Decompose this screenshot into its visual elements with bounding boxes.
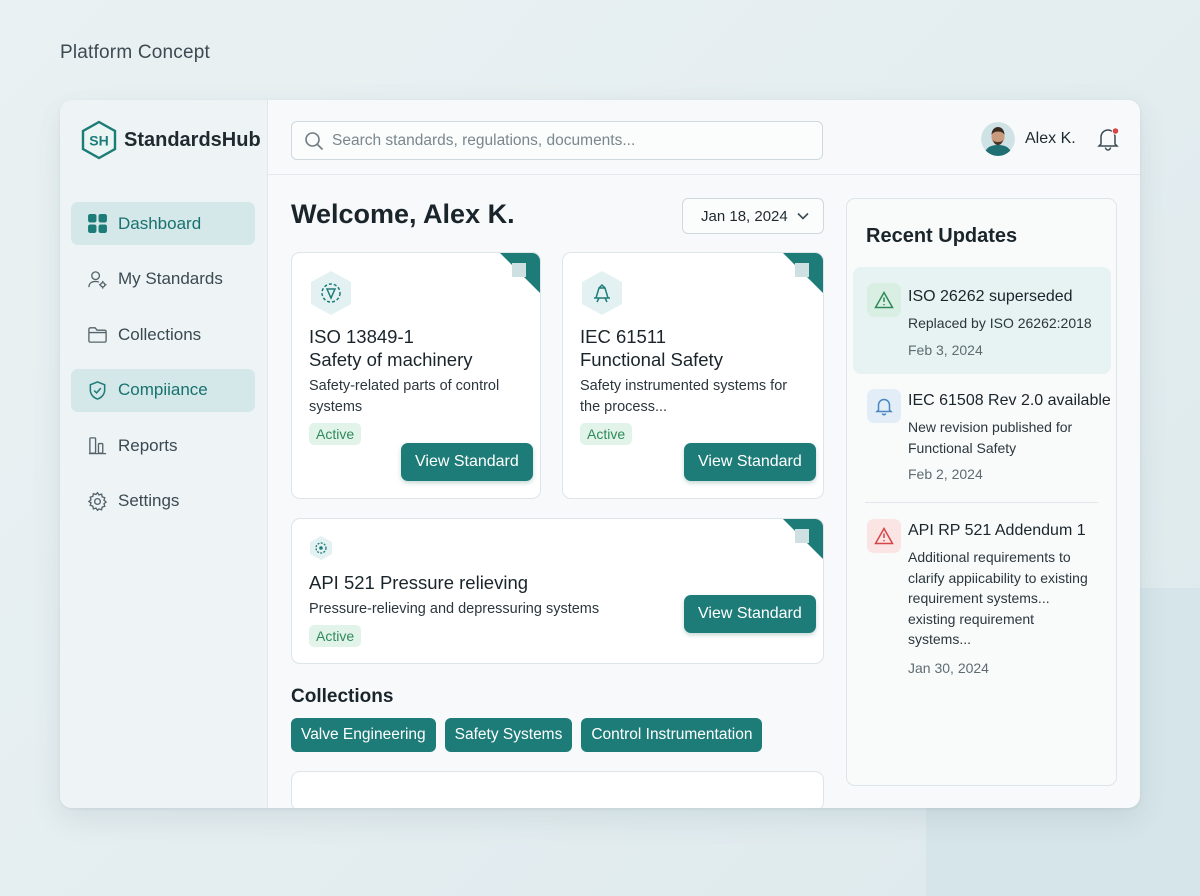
update-item[interactable]: IEC 61508 Rev 2.0 available New revision… xyxy=(853,389,1111,482)
card-code: IEC 61511 xyxy=(580,326,667,347)
view-standard-button[interactable]: View Standard xyxy=(401,443,533,481)
grid-icon xyxy=(88,214,107,233)
sidebar-item-label: Settings xyxy=(118,491,180,510)
bar-chart-icon xyxy=(88,437,107,455)
standard-card: ISO 13849-1 Safety of machinery Safety-r… xyxy=(291,252,541,499)
sidebar-item-label: Compiiance xyxy=(118,380,208,399)
topbar: Alex K. xyxy=(268,100,1140,175)
valve-gear-icon xyxy=(310,536,332,560)
page-title: Welcome, Alex K. xyxy=(291,199,515,229)
update-description: Replaced by ISO 26262:2018 xyxy=(908,315,1092,331)
brand[interactable]: SH StandardsHub xyxy=(80,120,261,160)
sidebar-item-settings[interactable]: Settings xyxy=(71,480,255,523)
card-corner-ribbon xyxy=(783,519,823,559)
search-icon xyxy=(305,131,324,150)
card-corner-ribbon xyxy=(500,253,540,293)
divider xyxy=(865,502,1098,503)
search-input[interactable] xyxy=(332,131,812,150)
sidebar-item-label: Reports xyxy=(118,435,178,455)
chevron-down-icon xyxy=(797,212,809,220)
update-title: IEC 61508 Rev 2.0 available xyxy=(908,392,1111,409)
partial-card xyxy=(291,771,824,808)
card-description: Pressure-relieving and depressuring syst… xyxy=(309,601,600,617)
date-filter-value: Jan 18, 2024 xyxy=(701,207,788,225)
collection-chip[interactable]: Control Instrumentation xyxy=(581,718,763,752)
card-description: Safety instrumented systems for the proc… xyxy=(580,378,788,415)
view-standard-button[interactable]: View Standard xyxy=(684,443,816,481)
avatar xyxy=(981,122,1015,156)
update-item[interactable]: ISO 26262 superseded Replaced by ISO 262… xyxy=(853,267,1111,374)
update-icon-wrap xyxy=(867,519,901,553)
alert-triangle-icon xyxy=(874,527,894,545)
status-badge: Active xyxy=(309,423,362,445)
shield-check-icon xyxy=(89,380,106,400)
brand-logo-icon: SH xyxy=(81,120,117,160)
notification-bell-icon[interactable] xyxy=(1095,126,1121,152)
user-name: Alex K. xyxy=(1025,130,1076,147)
update-description: New revision published for Functional Sa… xyxy=(908,419,1073,456)
update-title: ISO 26262 superseded xyxy=(908,288,1073,305)
bell-icon xyxy=(875,398,893,416)
date-filter-dropdown[interactable]: Jan 18, 2024 xyxy=(682,198,824,234)
update-title: API RP 521 Addendum 1 xyxy=(908,522,1086,539)
sidebar-item-dashboard[interactable]: Dashboard xyxy=(71,202,255,245)
card-description: Safety-related parts of control systems xyxy=(309,378,500,415)
sidebar-item-label: Collections xyxy=(118,324,202,344)
hardhat-icon xyxy=(582,271,622,315)
update-date: Feb 3, 2024 xyxy=(908,341,983,358)
collection-chips: Valve Engineering Safety Systems Control… xyxy=(291,718,763,752)
card-title: API 521 Pressure relieving xyxy=(309,572,529,593)
brand-name: StandardsHub xyxy=(124,128,261,151)
card-code: ISO 13849-1 xyxy=(309,326,414,347)
sidebar-item-compliance[interactable]: Compiiance xyxy=(71,368,255,412)
folder-icon xyxy=(88,327,107,343)
sidebar: SH StandardsHub Dashboard My Standards C… xyxy=(60,100,268,808)
standard-card: IEC 61511 Functional Safety Safety instr… xyxy=(562,252,824,499)
sidebar-nav: Dashboard My Standards Collections Compi… xyxy=(71,202,255,535)
sidebar-item-my-standards[interactable]: My Standards xyxy=(71,258,255,301)
standard-card: API 521 Pressure relieving Pressure-reli… xyxy=(291,518,824,664)
app-window: SH StandardsHub Dashboard My Standards C… xyxy=(60,100,1140,808)
updates-title: Recent Updates xyxy=(866,225,1018,247)
view-standard-button[interactable]: View Standard xyxy=(684,595,816,633)
sidebar-item-label: My Standards xyxy=(118,269,223,288)
user-menu[interactable]: Alex K. xyxy=(981,122,1076,156)
page-caption: Platform Concept xyxy=(60,42,210,63)
card-title: Safety of machinery xyxy=(309,349,473,370)
warning-triangle-icon xyxy=(874,291,894,309)
update-icon-wrap xyxy=(867,389,901,423)
collections-heading: Collections xyxy=(291,686,394,707)
update-date: Jan 30, 2024 xyxy=(908,659,989,676)
update-description: Additional requirements to clarify appii… xyxy=(908,549,1088,647)
status-badge: Active xyxy=(309,625,362,647)
recent-updates-panel: Recent Updates ISO 26262 superseded Repl… xyxy=(846,198,1117,786)
update-date: Feb 2, 2024 xyxy=(908,466,983,482)
sidebar-item-label: Dashboard xyxy=(118,213,202,233)
collection-chip[interactable]: Safety Systems xyxy=(444,718,573,752)
sidebar-item-collections[interactable]: Collections xyxy=(71,313,255,356)
update-item[interactable]: API RP 521 Addendum 1 Additional require… xyxy=(853,519,1111,676)
svg-text:SH: SH xyxy=(89,133,108,149)
update-icon-wrap xyxy=(867,283,901,317)
sidebar-item-reports[interactable]: Reports xyxy=(71,424,255,467)
status-badge: Active xyxy=(580,423,633,445)
card-title: Functional Safety xyxy=(580,349,723,370)
card-corner-ribbon xyxy=(783,253,823,293)
users-gear-icon xyxy=(88,270,107,289)
collection-chip[interactable]: Valve Engineering xyxy=(291,718,436,752)
search-box[interactable] xyxy=(291,121,823,160)
gear-icon xyxy=(87,491,108,511)
safety-gear-icon xyxy=(311,271,351,315)
